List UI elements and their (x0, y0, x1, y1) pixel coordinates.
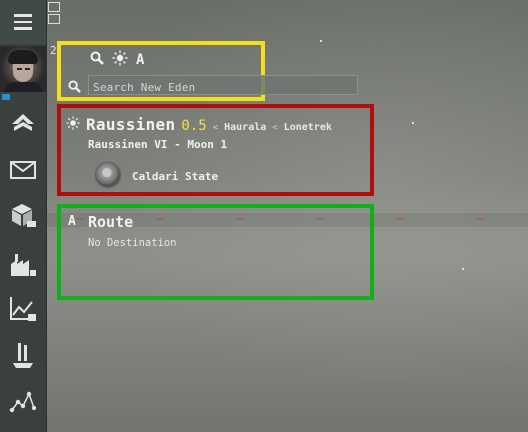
notification-counter: 2 (50, 44, 57, 57)
sun-icon[interactable] (112, 50, 128, 70)
status-indicator (2, 94, 10, 100)
search-input-container[interactable] (88, 75, 358, 97)
breadcrumb-separator: < (272, 123, 278, 133)
mail-icon[interactable] (8, 155, 38, 185)
search-toolbar: A (90, 50, 144, 70)
search-input[interactable] (89, 78, 348, 97)
system-name-link[interactable]: Raussinen (86, 115, 175, 134)
star (320, 40, 322, 42)
compact-icon[interactable] (48, 2, 60, 12)
route-title[interactable]: Route (88, 213, 133, 231)
route-letter-icon[interactable]: A (136, 52, 144, 68)
collapse-icon[interactable] (48, 14, 60, 24)
hamburger-menu-icon (14, 12, 32, 32)
window-controls[interactable] (48, 2, 62, 26)
location-header: Raussinen 0.5 < Haurala < Lonetrek (66, 115, 332, 134)
market-icon[interactable] (8, 294, 38, 324)
fitting-icon[interactable] (8, 340, 38, 370)
inventory-icon[interactable] (8, 200, 38, 230)
region-link[interactable]: Lonetrek (284, 122, 332, 133)
route-destination-status: No Destination (88, 237, 177, 249)
breadcrumb-separator: < (212, 123, 219, 133)
star-map-icon[interactable] (8, 386, 38, 416)
station-name-link[interactable]: Raussinen VI - Moon 1 (88, 138, 227, 151)
menu-button[interactable] (0, 0, 46, 44)
industry-icon[interactable] (8, 250, 38, 280)
neocom-sidebar (0, 0, 47, 432)
security-status: 0.5 (181, 118, 207, 134)
caldari-faction-logo-icon[interactable] (96, 163, 120, 187)
agency-icon[interactable] (8, 108, 38, 138)
route-icon: A (68, 214, 76, 229)
character-portrait[interactable] (0, 46, 46, 92)
star (412, 122, 414, 124)
star (462, 268, 464, 270)
system-sun-icon (66, 115, 80, 134)
search-icon[interactable] (90, 51, 104, 69)
search-field-icon (68, 78, 81, 97)
faction-name-link[interactable]: Caldari State (132, 170, 218, 183)
constellation-link[interactable]: Haurala (224, 122, 266, 133)
